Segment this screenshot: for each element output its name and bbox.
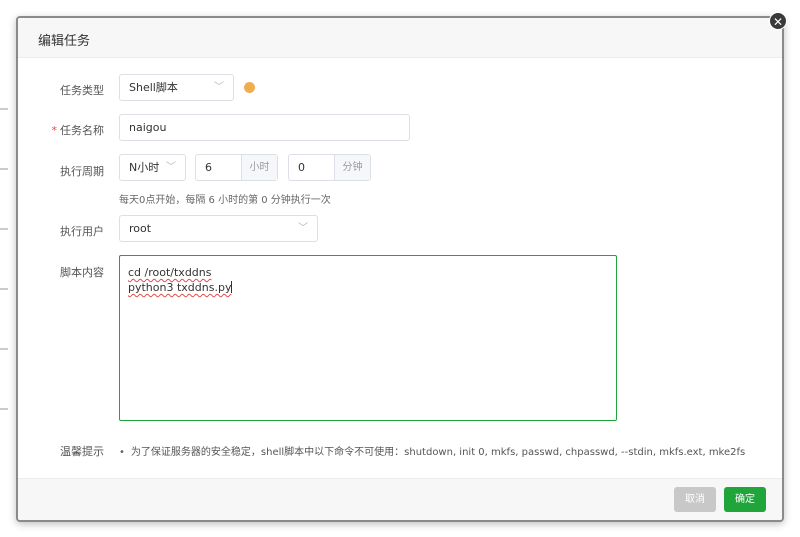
period-mode-value: N小时 bbox=[129, 161, 160, 174]
script-line-text: python3 txddns.py bbox=[128, 281, 232, 294]
task-name-label: * 任务名称 bbox=[18, 122, 105, 138]
background-tick bbox=[0, 108, 8, 110]
task-type-value: Shell脚本 bbox=[129, 81, 178, 94]
dialog-header: 编辑任务 bbox=[18, 18, 782, 58]
minutes-unit: 分钟 bbox=[334, 155, 370, 180]
chevron-down-icon: ﹀ bbox=[214, 82, 224, 93]
background-tick bbox=[0, 228, 8, 230]
script-editor[interactable]: cd /root/txddns python3 txddns.py bbox=[119, 255, 617, 421]
task-name-label-text: 任务名称 bbox=[60, 124, 104, 137]
background-tick bbox=[0, 408, 8, 410]
user-select[interactable]: root ﹀ bbox=[119, 215, 318, 242]
required-mark: * bbox=[51, 124, 58, 137]
hours-unit: 小时 bbox=[241, 155, 277, 180]
task-name-value: naigou bbox=[129, 121, 167, 134]
period-label: 执行周期 bbox=[60, 165, 104, 178]
user-value: root bbox=[129, 222, 152, 235]
tip-text: • 为了保证服务器的安全稳定，shell脚本中以下命令不可使用：shutdown,… bbox=[119, 443, 745, 458]
close-icon[interactable]: ✕ bbox=[769, 12, 787, 30]
bullet-icon: • bbox=[119, 447, 125, 458]
background-tick bbox=[0, 168, 8, 170]
text-caret bbox=[231, 281, 233, 293]
tip-label: 温馨提示 bbox=[60, 445, 104, 458]
task-type-label: 任务类型 bbox=[60, 84, 104, 97]
dialog-title: 编辑任务 bbox=[38, 34, 91, 49]
script-line: python3 txddns.py bbox=[128, 280, 233, 295]
status-dot bbox=[244, 82, 255, 93]
script-label: 脚本内容 bbox=[60, 266, 104, 279]
minutes-input[interactable]: 0 分钟 bbox=[288, 154, 371, 181]
dialog-footer: 取消 确定 bbox=[18, 478, 782, 520]
hours-value: 6 bbox=[205, 161, 212, 174]
tip-content: 为了保证服务器的安全稳定，shell脚本中以下命令不可使用：shutdown, … bbox=[130, 447, 746, 458]
confirm-button[interactable]: 确定 bbox=[724, 487, 766, 512]
chevron-down-icon: ﹀ bbox=[298, 223, 308, 234]
background-tick bbox=[0, 348, 8, 350]
minutes-value: 0 bbox=[298, 161, 305, 174]
cancel-button[interactable]: 取消 bbox=[674, 487, 716, 512]
period-mode-select[interactable]: N小时 ﹀ bbox=[119, 154, 186, 181]
period-hint: 每天0点开始，每隔 6 小时的第 0 分钟执行一次 bbox=[119, 195, 331, 206]
hours-input[interactable]: 6 小时 bbox=[195, 154, 278, 181]
user-label: 执行用户 bbox=[60, 225, 104, 238]
script-line: cd /root/txddns bbox=[128, 266, 212, 279]
task-type-select[interactable]: Shell脚本 ﹀ bbox=[119, 74, 234, 101]
chevron-down-icon: ﹀ bbox=[166, 162, 176, 173]
edit-task-dialog: 编辑任务 任务类型 Shell脚本 ﹀ * 任务名称 naigou 执行周期 N小… bbox=[16, 16, 784, 522]
task-name-input[interactable]: naigou bbox=[119, 114, 410, 141]
background-tick bbox=[0, 288, 8, 290]
